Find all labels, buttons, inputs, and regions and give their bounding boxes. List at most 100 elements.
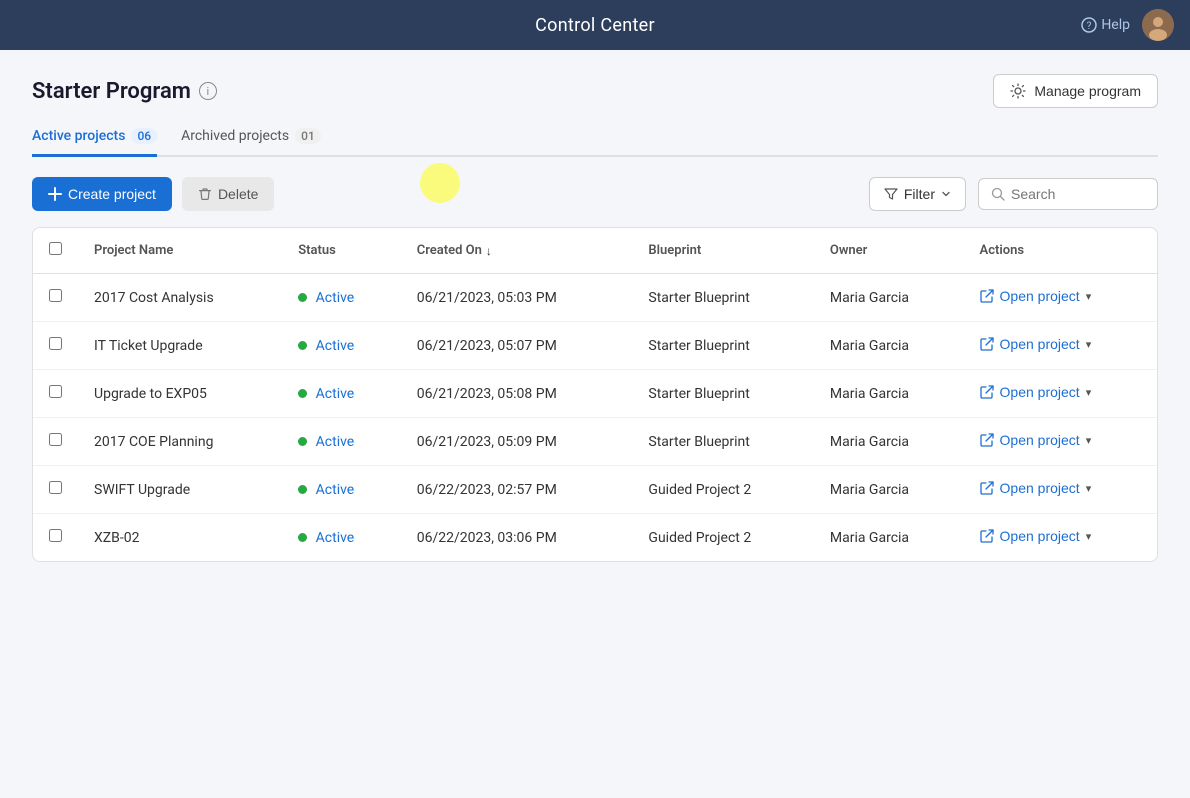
dropdown-caret[interactable]: ▾ [1086,338,1092,351]
row-actions: Open project ▾ [964,274,1157,322]
row-status: Active [282,370,401,418]
dropdown-caret[interactable]: ▾ [1086,386,1092,399]
open-project-label: Open project [1000,480,1080,496]
dropdown-caret[interactable]: ▾ [1086,530,1092,543]
status-dot [298,485,307,494]
col-blueprint: Blueprint [632,228,813,274]
toolbar-right: Filter [869,177,1158,211]
row-owner: Maria Garcia [814,370,964,418]
row-created-on: 06/22/2023, 02:57 PM [401,466,633,514]
dropdown-caret[interactable]: ▾ [1086,482,1092,495]
open-project-button[interactable]: Open project ▾ [980,384,1092,400]
row-checkbox[interactable] [49,433,62,446]
status-active-label: Active [316,290,355,306]
delete-label: Delete [218,186,258,202]
select-all-checkbox[interactable] [49,242,62,255]
external-link-icon [980,289,994,303]
status-active-label: Active [316,386,355,402]
filter-label: Filter [904,186,935,202]
row-status: Active [282,274,401,322]
row-project-name: IT Ticket Upgrade [78,322,282,370]
row-checkbox[interactable] [49,385,62,398]
trash-icon [198,187,212,201]
row-status: Active [282,322,401,370]
sort-icon: ↓ [486,244,492,258]
main-content: Starter Program i Manage program Active … [0,50,1190,586]
col-owner: Owner [814,228,964,274]
toolbar: Create project Delete Filter [32,177,1158,211]
row-blueprint: Starter Blueprint [632,274,813,322]
create-project-label: Create project [68,186,156,202]
plus-icon [48,187,62,201]
row-checkbox[interactable] [49,481,62,494]
row-actions: Open project ▾ [964,370,1157,418]
row-status: Active [282,418,401,466]
toolbar-left: Create project Delete [32,177,274,211]
filter-button[interactable]: Filter [869,177,966,211]
tab-active-count: 06 [131,128,157,144]
row-project-name: 2017 COE Planning [78,418,282,466]
info-icon[interactable]: i [199,82,217,100]
open-project-button[interactable]: Open project ▾ [980,480,1092,496]
dropdown-caret[interactable]: ▾ [1086,290,1092,303]
tab-active-label: Active projects [32,128,125,144]
select-all-col [33,228,78,274]
tab-active-projects[interactable]: Active projects 06 [32,128,157,157]
row-owner: Maria Garcia [814,418,964,466]
status-dot [298,341,307,350]
table-row: 2017 Cost Analysis Active 06/21/2023, 05… [33,274,1157,322]
row-actions: Open project ▾ [964,514,1157,562]
row-checkbox-col [33,514,78,562]
table-row: SWIFT Upgrade Active 06/22/2023, 02:57 P… [33,466,1157,514]
search-input[interactable] [1011,186,1145,202]
open-project-button[interactable]: Open project ▾ [980,432,1092,448]
filter-icon [884,187,898,201]
row-actions: Open project ▾ [964,466,1157,514]
external-link-icon [980,481,994,495]
row-checkbox-col [33,418,78,466]
tab-archived-label: Archived projects [181,128,289,144]
topnav-right: ? Help [1081,9,1174,41]
open-project-label: Open project [1000,384,1080,400]
help-button[interactable]: ? Help [1081,17,1130,33]
row-blueprint: Guided Project 2 [632,466,813,514]
row-actions: Open project ▾ [964,418,1157,466]
row-checkbox[interactable] [49,337,62,350]
search-box[interactable] [978,178,1158,210]
tab-archived-projects[interactable]: Archived projects 01 [181,128,321,157]
row-created-on: 06/21/2023, 05:03 PM [401,274,633,322]
external-link-icon [980,529,994,543]
external-link-icon [980,433,994,447]
delete-button[interactable]: Delete [182,177,274,211]
row-owner: Maria Garcia [814,466,964,514]
table-row: 2017 COE Planning Active 06/21/2023, 05:… [33,418,1157,466]
open-project-button[interactable]: Open project ▾ [980,288,1092,304]
row-checkbox-col [33,466,78,514]
row-owner: Maria Garcia [814,322,964,370]
row-blueprint: Starter Blueprint [632,322,813,370]
row-created-on: 06/21/2023, 05:08 PM [401,370,633,418]
status-active-label: Active [316,434,355,450]
open-project-button[interactable]: Open project ▾ [980,528,1092,544]
open-project-label: Open project [1000,432,1080,448]
row-project-name: SWIFT Upgrade [78,466,282,514]
dropdown-caret[interactable]: ▾ [1086,434,1092,447]
avatar-image [1142,9,1174,41]
status-active-label: Active [316,338,355,354]
page-header: Starter Program i Manage program [32,74,1158,108]
avatar[interactable] [1142,9,1174,41]
topnav: Control Center ? Help [0,0,1190,50]
manage-program-button[interactable]: Manage program [993,74,1158,108]
col-status: Status [282,228,401,274]
external-link-icon [980,385,994,399]
row-owner: Maria Garcia [814,514,964,562]
search-icon [991,187,1005,201]
open-project-button[interactable]: Open project ▾ [980,336,1092,352]
page-header-left: Starter Program i [32,79,217,104]
status-dot [298,293,307,302]
row-checkbox[interactable] [49,529,62,542]
create-project-button[interactable]: Create project [32,177,172,211]
col-created-on[interactable]: Created On ↓ [401,228,633,274]
gear-icon [1010,83,1026,99]
row-checkbox[interactable] [49,289,62,302]
